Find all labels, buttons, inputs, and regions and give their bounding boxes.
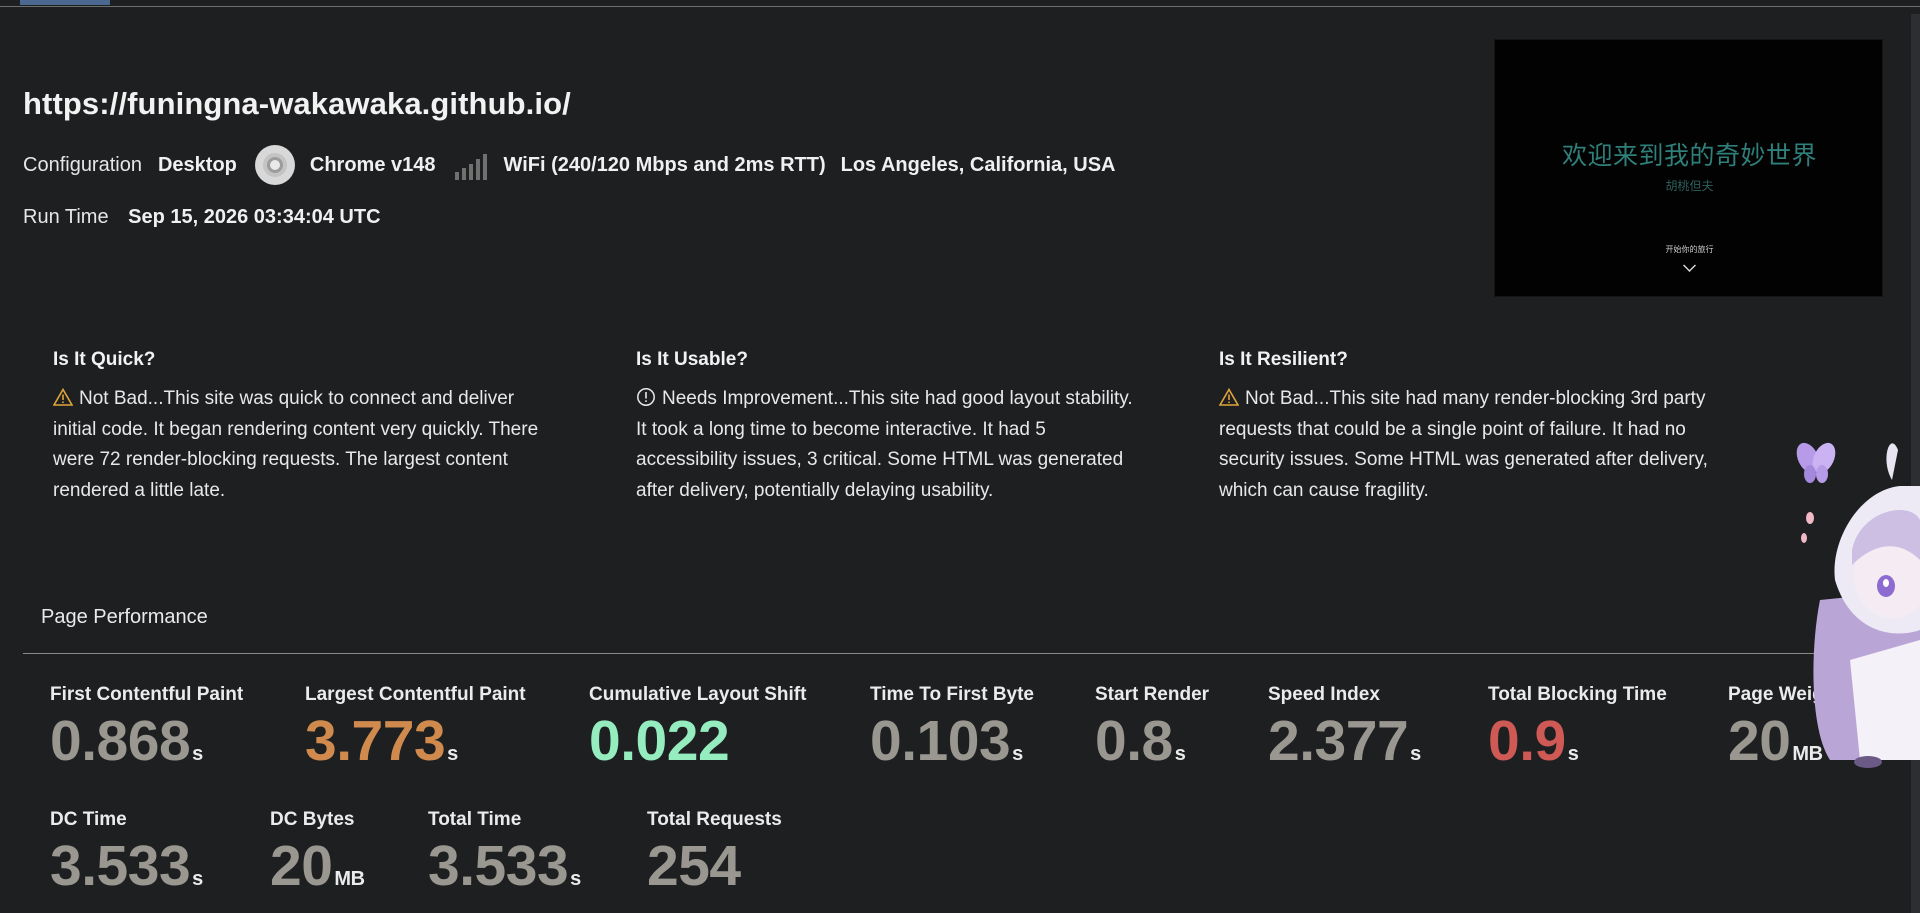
metric-total-blocking-time[interactable]: Total Blocking Time 0.9 s <box>1488 684 1667 785</box>
metric-label: DC Bytes <box>270 809 355 830</box>
summary-text: Not Bad...This site had many render-bloc… <box>1219 384 1719 506</box>
metric-cumulative-layout-shift[interactable]: Cumulative Layout Shift 0.022 <box>589 684 806 785</box>
metric-unit: MB <box>334 868 365 890</box>
active-tab-indicator[interactable] <box>20 0 110 5</box>
metric-label: Speed Index <box>1268 684 1380 705</box>
device-value: Desktop <box>157 153 237 176</box>
metric-label: Start Render <box>1095 684 1210 705</box>
metric-label: Total Time <box>428 809 522 830</box>
run-time-value: Sep 15, 2026 03:34:04 UTC <box>128 206 381 228</box>
anime-mascot-overlay[interactable] <box>1780 430 1920 770</box>
metric-number: 3.533 <box>428 834 569 898</box>
metric-dc-time[interactable]: DC Time 3.533 s <box>50 809 203 910</box>
summary-text: Needs Improvement...This site had good l… <box>636 384 1136 506</box>
tested-url[interactable]: https://funingna-wakawaka.github.io/ <box>23 86 571 122</box>
chevron-down-icon <box>1683 259 1696 272</box>
summary-description: Not Bad...This site was quick to connect… <box>53 388 539 501</box>
metric-number: 20 <box>270 834 333 898</box>
summary-description: Needs Improvement...This site had good l… <box>636 388 1133 501</box>
run-time-row: Run Time Sep 15, 2026 03:34:04 UTC <box>23 206 381 229</box>
connection-value: WiFi (240/120 Mbps and 2ms RTT) <box>503 153 826 176</box>
metric-number: 0.9 <box>1488 709 1566 773</box>
metric-value: 3.533 s <box>50 835 203 910</box>
summary-description: Not Bad...This site had many render-bloc… <box>1219 388 1708 501</box>
metric-number: 2.377 <box>1268 709 1409 773</box>
warning-icon <box>1219 388 1239 406</box>
performance-divider <box>23 653 1893 654</box>
metric-value: 2.377 s <box>1268 710 1421 785</box>
metric-value: 20 MB <box>270 835 365 910</box>
warning-icon <box>53 388 73 406</box>
signal-strength-icon <box>454 150 487 180</box>
thumbnail-title: 欢迎来到我的奇妙世界 <box>1561 141 1817 170</box>
summary-title: Is It Quick? <box>53 349 156 370</box>
metric-value: 3.533 s <box>428 835 581 910</box>
metric-first-contentful-paint[interactable]: First Contentful Paint 0.868 s <box>50 684 243 785</box>
metric-speed-index[interactable]: Speed Index 2.377 s <box>1268 684 1421 785</box>
run-time-label: Run Time <box>23 206 109 228</box>
metric-start-render[interactable]: Start Render 0.8 s <box>1095 684 1209 785</box>
thumbnail-subtitle: 胡桃但夫 <box>1665 179 1714 193</box>
configuration-row: Configuration Desktop Chrome v148 WiFi (… <box>23 145 1116 185</box>
metric-value: 0.103 s <box>870 710 1034 785</box>
browser-value: Chrome v148 <box>309 153 436 176</box>
metric-label: First Contentful Paint <box>50 684 244 705</box>
metric-value: 3.773 s <box>305 710 526 785</box>
metric-label: DC Time <box>50 809 127 830</box>
webpagetest-result-page: https://funingna-wakawaka.github.io/ Con… <box>0 0 1920 913</box>
butterfly-icon <box>1796 442 1836 483</box>
metric-value: 0.8 s <box>1095 710 1209 785</box>
metric-label: Cumulative Layout Shift <box>589 684 807 705</box>
metric-unit: s <box>1012 743 1023 765</box>
metric-time-to-first-byte[interactable]: Time To First Byte 0.103 s <box>870 684 1034 785</box>
metric-unit: s <box>570 868 581 890</box>
metric-value: 0.868 s <box>50 710 243 785</box>
metric-label: Total Blocking Time <box>1488 684 1667 705</box>
metric-label: Total Requests <box>647 809 782 830</box>
metric-unit: s <box>1410 743 1421 765</box>
metric-total-requests[interactable]: Total Requests 254 <box>647 809 782 910</box>
metric-number: 0.022 <box>589 709 730 773</box>
metric-value: 0.022 <box>589 710 806 785</box>
summary-card-resilient: Is It Resilient? Not Bad...This site had… <box>1219 349 1719 506</box>
chrome-icon <box>254 145 295 185</box>
info-icon <box>637 388 655 406</box>
metric-value: 0.9 s <box>1488 710 1667 785</box>
metric-unit: s <box>192 743 203 765</box>
page-screenshot-thumbnail[interactable]: 欢迎来到我的奇妙世界 胡桃但夫 开始你的旅行 <box>1494 39 1883 297</box>
metric-label: Time To First Byte <box>870 684 1034 705</box>
metric-total-time[interactable]: Total Time 3.533 s <box>428 809 581 910</box>
metric-unit: s <box>192 868 203 890</box>
summary-card-usable: Is It Usable? Needs Improvement...This s… <box>636 349 1136 506</box>
metric-number: 0.868 <box>50 709 191 773</box>
metric-unit: s <box>1174 743 1186 765</box>
page-performance-heading: Page Performance <box>41 606 208 628</box>
metric-label: Largest Contentful Paint <box>305 684 526 705</box>
metric-unit: s <box>447 743 458 765</box>
metric-number: 254 <box>647 834 741 898</box>
metric-largest-contentful-paint[interactable]: Largest Contentful Paint 3.773 s <box>305 684 526 785</box>
location-value: Los Angeles, California, USA <box>840 153 1116 176</box>
metric-number: 0.103 <box>870 709 1011 773</box>
summary-title: Is It Usable? <box>636 349 748 370</box>
metric-unit: s <box>1567 743 1579 765</box>
metric-number: 3.533 <box>50 834 191 898</box>
metric-dc-bytes[interactable]: DC Bytes 20 MB <box>270 809 365 910</box>
summary-card-quick: Is It Quick? Not Bad...This site was qui… <box>53 349 553 506</box>
metric-number: 0.8 <box>1095 709 1173 773</box>
thumbnail-cta: 开始你的旅行 <box>1665 245 1714 254</box>
metric-number: 3.773 <box>305 709 446 773</box>
top-divider <box>0 6 1920 7</box>
configuration-label: Configuration <box>23 153 142 176</box>
metric-value: 254 <box>647 835 782 910</box>
summary-title: Is It Resilient? <box>1219 349 1348 370</box>
summary-text: Not Bad...This site was quick to connect… <box>53 384 553 506</box>
